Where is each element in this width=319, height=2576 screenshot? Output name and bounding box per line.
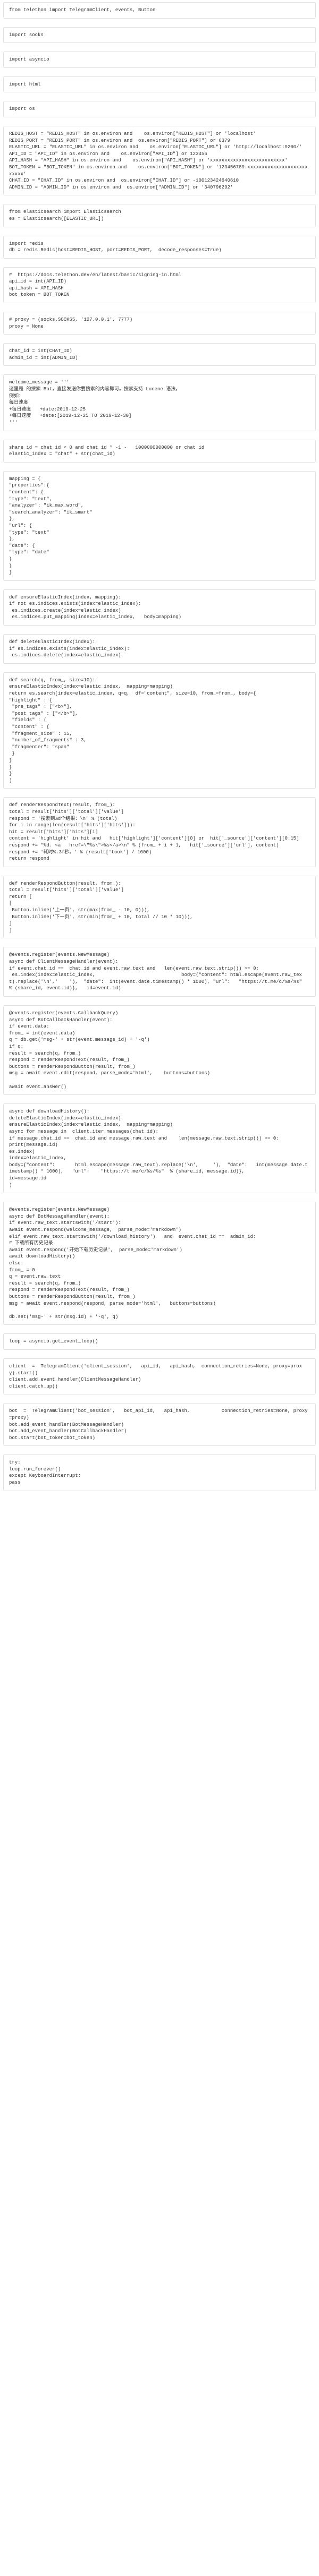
code-block: import html xyxy=(3,76,316,93)
code-block: import asyncio xyxy=(3,52,316,68)
code-block: from elasticsearch import Elasticsearch … xyxy=(3,204,316,227)
code-block: chat_id = int(CHAT_ID) admin_id = int(AD… xyxy=(3,343,316,366)
code-block: loop = asyncio.get_event_loop() xyxy=(3,1333,316,1350)
code-block: welcome_message = ''' 这里是 的搜索 Bot，直接发送你要… xyxy=(3,374,316,431)
code-block: import redis db = redis.Redis(host=REDIS… xyxy=(3,236,316,259)
code-block: def search(q, from_, size=10): ensureEla… xyxy=(3,672,316,789)
code-block: client = TelegramClient('client_session'… xyxy=(3,1358,316,1394)
code-block: def renderRespondButton(result, from_): … xyxy=(3,876,316,939)
code-block: import os xyxy=(3,101,316,117)
code-block: # https://docs.telethon.dev/en/latest/ba… xyxy=(3,267,316,303)
code-block: @events.register(events.NewMessage) asyn… xyxy=(3,947,316,997)
code-block: bot = TelegramClient('bot_session', bot_… xyxy=(3,1403,316,1446)
code-block: try: loop.run_forever() except KeyboardI… xyxy=(3,1454,316,1491)
code-block: share_id = chat_id < 0 and chat_id * -1 … xyxy=(3,440,316,463)
code-block: REDIS_HOST = "REDIS_HOST" in os.environ … xyxy=(3,126,316,195)
code-block: async def downloadHistory(): deleteElast… xyxy=(3,1103,316,1193)
code-block: def ensureElasticIndex(index, mapping): … xyxy=(3,589,316,626)
code-block: from telethon import TelegramClient, eve… xyxy=(3,2,316,19)
code-block: mapping = { "properties":{ "content": { … xyxy=(3,471,316,581)
code-block: # proxy = (socks.SOCKS5, '127.0.0.1', 77… xyxy=(3,312,316,335)
code-block: @events.register(events.CallbackQuery) a… xyxy=(3,1005,316,1095)
code-block: @events.register(events.NewMessage) asyn… xyxy=(3,1202,316,1325)
code-block: import socks xyxy=(3,27,316,44)
code-block: def renderRespondText(result, from_): to… xyxy=(3,797,316,867)
code-block: def deleteElasticIndex(index): if es.ind… xyxy=(3,634,316,664)
